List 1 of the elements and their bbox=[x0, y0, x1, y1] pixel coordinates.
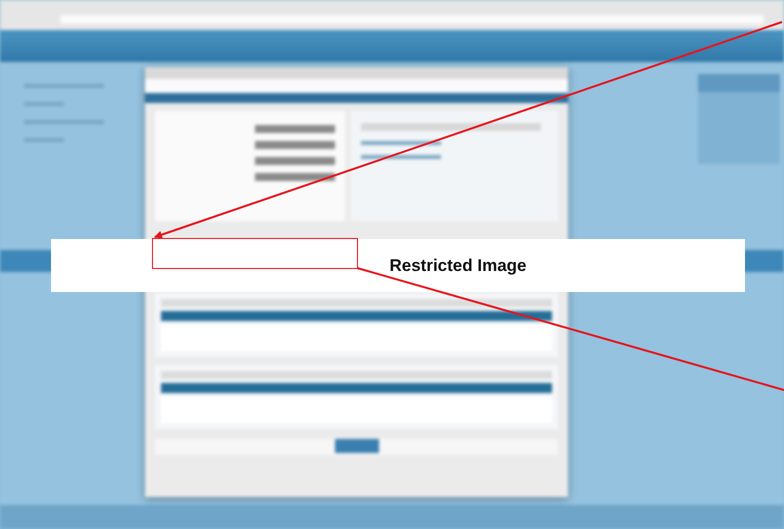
banner-label: Restricted Image bbox=[390, 256, 526, 276]
